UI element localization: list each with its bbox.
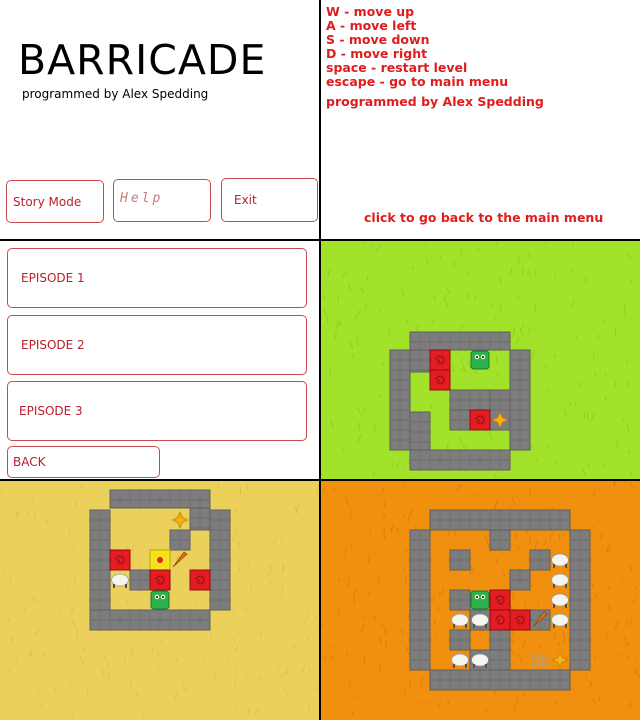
player-icon (470, 350, 490, 370)
sand-level (0, 480, 320, 720)
lava-level-board (320, 480, 640, 720)
episode-2-button[interactable]: EPISODE 2 (7, 315, 307, 375)
lava-level (320, 480, 640, 720)
crate-icon (489, 589, 511, 611)
sheep-icon (451, 653, 469, 668)
sheep-icon (471, 613, 489, 628)
crate-icon (429, 369, 451, 391)
sheep-icon (551, 593, 569, 608)
exit-button[interactable]: Exit (221, 178, 318, 222)
sheep-icon (551, 573, 569, 588)
horizontal-divider-1 (0, 239, 640, 241)
help-credit: programmed by Alex Spedding (326, 94, 544, 109)
sheep-icon (551, 553, 569, 568)
game-title: BARRICADE (18, 36, 267, 84)
control-move-left: A - move left (326, 18, 417, 33)
crate-icon (469, 409, 491, 431)
control-main-menu: escape - go to main menu (326, 74, 509, 89)
vertical-divider (319, 0, 321, 720)
crate-icon (149, 569, 171, 591)
help-button[interactable]: Help (113, 179, 211, 222)
control-restart: space - restart level (326, 60, 468, 75)
episode-1-button[interactable]: EPISODE 1 (7, 248, 307, 308)
player-icon (150, 590, 170, 610)
title-byline: programmed by Alex Spedding (22, 87, 209, 101)
sheep-icon (111, 573, 129, 588)
grass-level (320, 240, 640, 480)
goal-target-icon (149, 549, 171, 571)
title-screen: BARRICADE programmed by Alex Spedding St… (0, 0, 320, 240)
sand-level-board (0, 480, 320, 720)
horizontal-divider-2 (0, 479, 640, 481)
sheep-icon (551, 613, 569, 628)
crate-icon (509, 609, 531, 631)
crate-icon (429, 349, 451, 371)
control-move-down: S - move down (326, 32, 430, 47)
control-move-right: D - move right (326, 46, 428, 61)
crate-icon (109, 549, 131, 571)
episode-select-screen: EPISODE 1 EPISODE 2 EPISODE 3 BACK (0, 240, 320, 480)
story-mode-button[interactable]: Story Mode (6, 180, 104, 223)
back-button[interactable]: BACK (7, 446, 160, 478)
grass-level-board (320, 240, 640, 480)
control-move-up: W - move up (326, 4, 415, 19)
player-icon (470, 590, 490, 610)
back-to-main-menu-link[interactable]: click to go back to the main menu (364, 210, 603, 225)
crate-icon (189, 569, 211, 591)
episode-3-button[interactable]: EPISODE 3 (7, 381, 307, 441)
sheep-icon (471, 653, 489, 668)
crate-icon (489, 609, 511, 631)
sheep-icon (451, 613, 469, 628)
